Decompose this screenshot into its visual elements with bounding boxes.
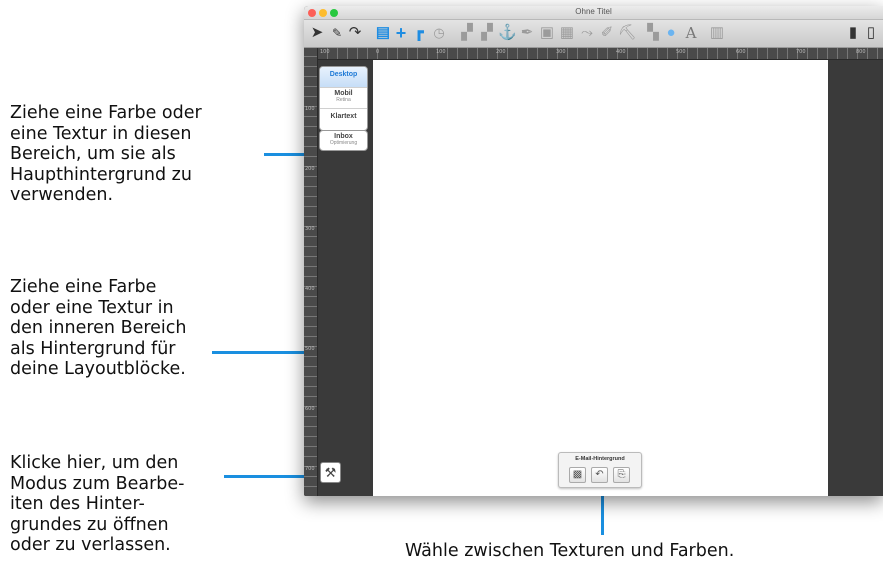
view-mobile-button[interactable]: Mobil Retina xyxy=(320,88,367,109)
app-window: Ohne Titel ➤ ✎ ↷ ▤ + ┏ ◷ ▞ ▞ ⚓ ✒ ▣ ▦ ⤳ ✐… xyxy=(304,6,883,496)
paste-button[interactable]: ⎘ xyxy=(613,467,630,483)
palette-icon[interactable]: ▚ xyxy=(644,24,662,42)
ruler-label: 500 xyxy=(676,49,686,55)
color-picker-icon[interactable]: ● xyxy=(662,24,680,42)
fill-icon[interactable]: ⛏ xyxy=(618,24,637,42)
callout-texture-color: Wähle zwischen Texturen und Farben. xyxy=(405,541,735,561)
ruler-label: 300 xyxy=(556,49,566,55)
ruler-label: 300 xyxy=(305,226,315,232)
phone-icon[interactable]: ▮ xyxy=(844,24,862,42)
corner-icon[interactable]: ┏ xyxy=(410,24,428,42)
inbox-label: Inbox xyxy=(334,133,353,140)
image-icon[interactable]: ▦ xyxy=(558,24,576,42)
ruler-label: 400 xyxy=(616,49,626,55)
main-background-area-right[interactable] xyxy=(828,60,883,496)
ruler-label: 400 xyxy=(305,286,315,292)
callout-edit-mode: Klicke hier, um den Modus zum Bearbe- it… xyxy=(10,453,185,555)
ruler-label: 100 xyxy=(320,49,330,55)
email-background-panel: E-Mail-Hintergrund ▩ ↶ ⎘ xyxy=(558,452,642,488)
texture-button[interactable]: ▩ xyxy=(569,467,586,483)
anchor-icon[interactable]: ⚓ xyxy=(498,24,517,42)
texture-icon: ▩ xyxy=(572,469,583,480)
device-view-selector: Desktop Mobil Retina Klartext xyxy=(319,66,368,131)
inbox-optimization-button[interactable]: Inbox Optimierung xyxy=(319,130,368,151)
ruler-label: 800 xyxy=(856,49,866,55)
title-bar: Ohne Titel xyxy=(304,6,883,20)
ruler-label: 100 xyxy=(305,106,315,112)
ruler-label: 0 xyxy=(376,49,380,55)
tablet-icon[interactable]: ▯ xyxy=(862,24,880,42)
email-background-title: E-Mail-Hintergrund xyxy=(575,456,625,462)
ruler-label: 600 xyxy=(305,406,315,412)
calculator-icon[interactable]: ▥ xyxy=(708,24,726,42)
align-icon[interactable]: ▞ xyxy=(458,24,476,42)
layout-block-icon[interactable]: ▤ xyxy=(374,24,392,42)
view-desktop-label: Desktop xyxy=(329,71,358,78)
clock-icon[interactable]: ◷ xyxy=(430,24,448,42)
redo-icon[interactable]: ↷ xyxy=(346,24,364,42)
inner-content-area[interactable] xyxy=(373,60,828,496)
window-title: Ohne Titel xyxy=(575,7,612,16)
view-plaintext-label: Klartext xyxy=(330,113,357,120)
image-icon[interactable]: ▣ xyxy=(538,24,556,42)
brush-icon[interactable]: ✐ xyxy=(598,24,616,42)
view-mobile-sublabel: Retina xyxy=(336,97,351,103)
toolbar: ➤ ✎ ↷ ▤ + ┏ ◷ ▞ ▞ ⚓ ✒ ▣ ▦ ⤳ ✐ ⛏ ▚ ● A ▥ … xyxy=(304,20,883,48)
font-icon[interactable]: A xyxy=(682,24,700,42)
vertical-ruler: 100 200 300 400 500 600 700 xyxy=(304,48,318,496)
ruler-label: 600 xyxy=(736,49,746,55)
undo-button[interactable]: ↶ xyxy=(591,467,608,483)
undo-icon: ↶ xyxy=(595,469,604,480)
callout-main-background: Ziehe eine Farbe oder eine Textur in die… xyxy=(10,103,202,205)
text-path-icon[interactable]: ⤳ xyxy=(578,24,596,42)
horizontal-ruler: 100 0 100 200 300 400 500 600 700 800 xyxy=(318,48,883,60)
callout-inner-background: Ziehe eine Farbe oder eine Textur in den… xyxy=(10,277,187,379)
ruler-label: 500 xyxy=(305,346,315,352)
add-icon[interactable]: + xyxy=(392,24,410,42)
ruler-label: 200 xyxy=(496,49,506,55)
view-desktop-button[interactable]: Desktop xyxy=(320,67,367,88)
ruler-label: 700 xyxy=(796,49,806,55)
hammer-icon: ⚒ xyxy=(324,465,337,480)
ruler-label: 700 xyxy=(305,466,315,472)
ruler-label: 100 xyxy=(436,49,446,55)
view-plaintext-button[interactable]: Klartext xyxy=(320,109,367,130)
inbox-sublabel: Optimierung xyxy=(329,140,358,146)
ruler-label: 200 xyxy=(305,166,315,172)
view-mobile-label: Mobil xyxy=(334,90,353,97)
background-edit-mode-button[interactable]: ⚒ xyxy=(320,462,341,483)
pen-icon[interactable]: ✒ xyxy=(518,24,536,42)
text-tool-icon[interactable]: ✎ xyxy=(328,24,346,42)
paste-icon: ⎘ xyxy=(617,469,626,480)
pointer-icon[interactable]: ➤ xyxy=(308,24,326,42)
align-icon[interactable]: ▞ xyxy=(478,24,496,42)
